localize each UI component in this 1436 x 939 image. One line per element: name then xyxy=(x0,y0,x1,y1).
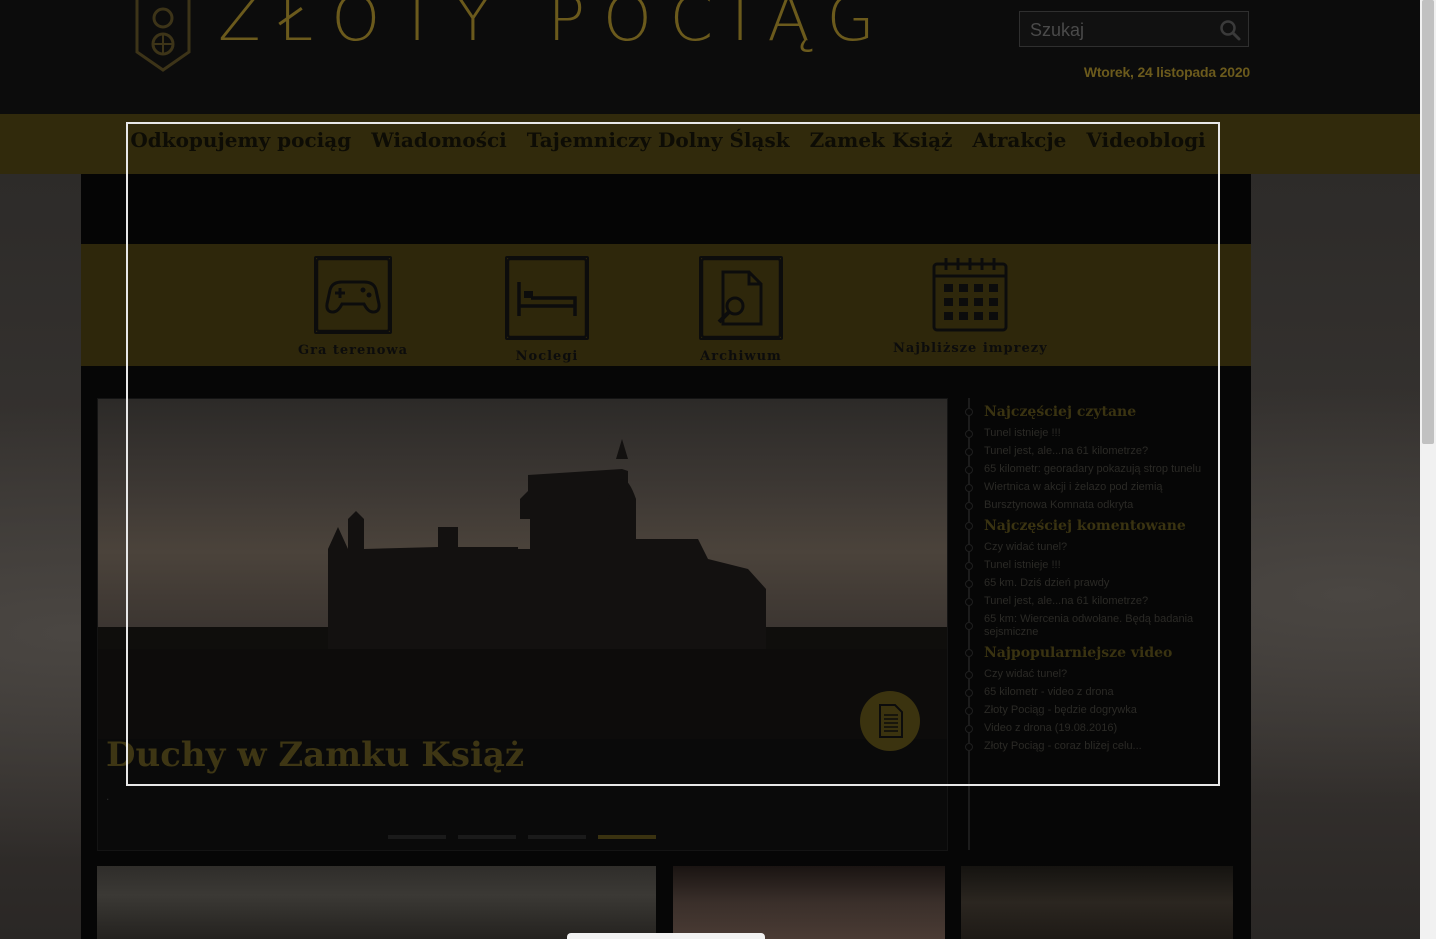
popular-video-item[interactable]: Złoty Pociąg - będzie dogrywka xyxy=(984,704,1220,717)
site-header: ZŁOTY POCIĄG Wtorek, 24 listopada 2020 xyxy=(0,0,1420,114)
featured-slider[interactable]: Duchy w Zamku Książ . xyxy=(97,398,948,851)
timeline-bullet xyxy=(965,689,973,697)
most-read-item[interactable]: Tunel istnieje !!! xyxy=(984,427,1220,440)
popular-video-item[interactable]: Video z drona (19.08.2016) xyxy=(984,722,1220,735)
timeline-bullet xyxy=(965,743,973,751)
most-commented-item[interactable]: Czy widać tunel? xyxy=(984,541,1220,554)
timeline-bullet xyxy=(965,598,973,606)
most-commented-item[interactable]: Tunel jest, ale...na 61 kilometrze? xyxy=(984,595,1220,608)
popular-video-item[interactable]: Czy widać tunel? xyxy=(984,668,1220,681)
timeline-bullet xyxy=(965,562,973,570)
article-thumbnail[interactable] xyxy=(673,866,945,939)
quick-link-gra-terenowa[interactable]: Gra terenowa xyxy=(298,256,408,358)
quick-link-archiwum[interactable]: Archiwum xyxy=(699,256,783,364)
timeline-bullet xyxy=(965,484,973,492)
nav-item-zamek-ksiaz[interactable]: Zamek Książ xyxy=(810,128,953,152)
article-thumbnail[interactable] xyxy=(961,866,1233,939)
nav-item-atrakcje[interactable]: Atrakcje xyxy=(972,128,1066,152)
nav-item-odkopujemy-pociag[interactable]: Odkopujemy pociąg xyxy=(130,128,351,152)
slide-image[interactable] xyxy=(98,399,947,739)
popular-video-item[interactable]: Złoty Pociąg - coraz bliżej celu... xyxy=(984,740,1220,753)
nav-item-tajemniczy-dolny-slask[interactable]: Tajemniczy Dolny Śląsk xyxy=(527,128,790,152)
slider-dot[interactable] xyxy=(388,835,446,839)
section-title-most-read: Najczęściej czytane xyxy=(984,404,1137,420)
calendar-icon xyxy=(932,258,1008,332)
timeline-bullet xyxy=(965,707,973,715)
timeline-bullet xyxy=(965,502,973,510)
scrollbar-thumb[interactable] xyxy=(1422,0,1434,444)
gamepad-icon xyxy=(314,256,393,334)
timeline-bullet xyxy=(965,725,973,733)
search-box xyxy=(1019,11,1249,47)
timeline-bullet xyxy=(965,649,973,657)
page: ZŁOTY POCIĄG Wtorek, 24 listopada 2020 O… xyxy=(0,0,1420,939)
timeline-bullet xyxy=(965,466,973,474)
most-read-item[interactable]: 65 kilometr: georadary pokazują strop tu… xyxy=(984,463,1220,476)
search-input[interactable] xyxy=(1028,18,1212,42)
quick-link-najblizsze-imprezy[interactable]: Najbliższe imprezy xyxy=(893,256,1048,356)
quick-link-label: Gra terenowa xyxy=(298,343,409,358)
quick-link-label: Archiwum xyxy=(700,349,782,364)
most-read-item[interactable]: Bursztynowa Komnata odkryta xyxy=(984,499,1220,512)
timeline-bullet xyxy=(965,544,973,552)
timeline-bullet xyxy=(965,580,973,588)
most-read-item[interactable]: Tunel jest, ale...na 61 kilometrze? xyxy=(984,445,1220,458)
quick-links-bar xyxy=(81,244,1251,366)
most-commented-item[interactable]: 65 km: Wiercenia odwołane. Będą badania … xyxy=(984,613,1220,639)
slide-subtitle: . xyxy=(106,789,110,803)
bed-icon xyxy=(505,256,589,340)
article-button[interactable] xyxy=(860,691,920,751)
article-thumbnail[interactable] xyxy=(97,866,656,939)
search-icon[interactable] xyxy=(1218,18,1242,42)
castle-silhouette xyxy=(98,439,947,739)
section-title-popular-video: Najpopularniejsze video xyxy=(984,645,1173,661)
locomotive-logo-icon[interactable] xyxy=(133,0,193,72)
quick-link-label: Najbliższe imprezy xyxy=(893,341,1048,356)
nav-item-wiadomosci[interactable]: Wiadomości xyxy=(371,128,507,152)
quick-link-label: Noclegi xyxy=(515,349,579,364)
timeline-bullet xyxy=(965,671,973,679)
quick-link-noclegi[interactable]: Noclegi xyxy=(505,256,589,364)
slider-dot-active[interactable] xyxy=(598,835,656,839)
document-icon xyxy=(879,704,903,738)
most-commented-item[interactable]: Tunel istnieje !!! xyxy=(984,559,1220,572)
timeline-bullet xyxy=(965,522,973,530)
main-navigation: Odkopujemy pociąg Wiadomości Tajemniczy … xyxy=(0,128,1336,152)
slide-title[interactable]: Duchy w Zamku Książ xyxy=(106,735,524,775)
bottom-popup-tab[interactable] xyxy=(567,933,765,939)
section-title-most-commented: Najczęściej komentowane xyxy=(984,518,1186,534)
timeline-bullet xyxy=(965,430,973,438)
timeline-bullet xyxy=(965,448,973,456)
popular-video-item[interactable]: 65 kilometr - video z drona xyxy=(984,686,1220,699)
most-read-item[interactable]: Wiertnica w akcji i żelazo pod ziemią xyxy=(984,481,1220,494)
slider-pagination xyxy=(388,835,656,839)
current-date: Wtorek, 24 listopada 2020 xyxy=(1083,64,1250,80)
nav-item-videoblogi[interactable]: Videoblogi xyxy=(1086,128,1205,152)
slider-dot[interactable] xyxy=(458,835,516,839)
document-search-icon xyxy=(699,256,783,340)
timeline-bullet xyxy=(965,622,973,630)
most-commented-item[interactable]: 65 km. Dziś dzień prawdy xyxy=(984,577,1220,590)
slider-dot[interactable] xyxy=(528,835,586,839)
popular-sidebar: Najczęściej czytane Tunel istnieje !!! T… xyxy=(962,398,1222,850)
timeline-bullet xyxy=(965,408,973,416)
site-logo-text[interactable]: ZŁOTY POCIĄG xyxy=(218,0,893,55)
banner-area xyxy=(81,174,1251,244)
